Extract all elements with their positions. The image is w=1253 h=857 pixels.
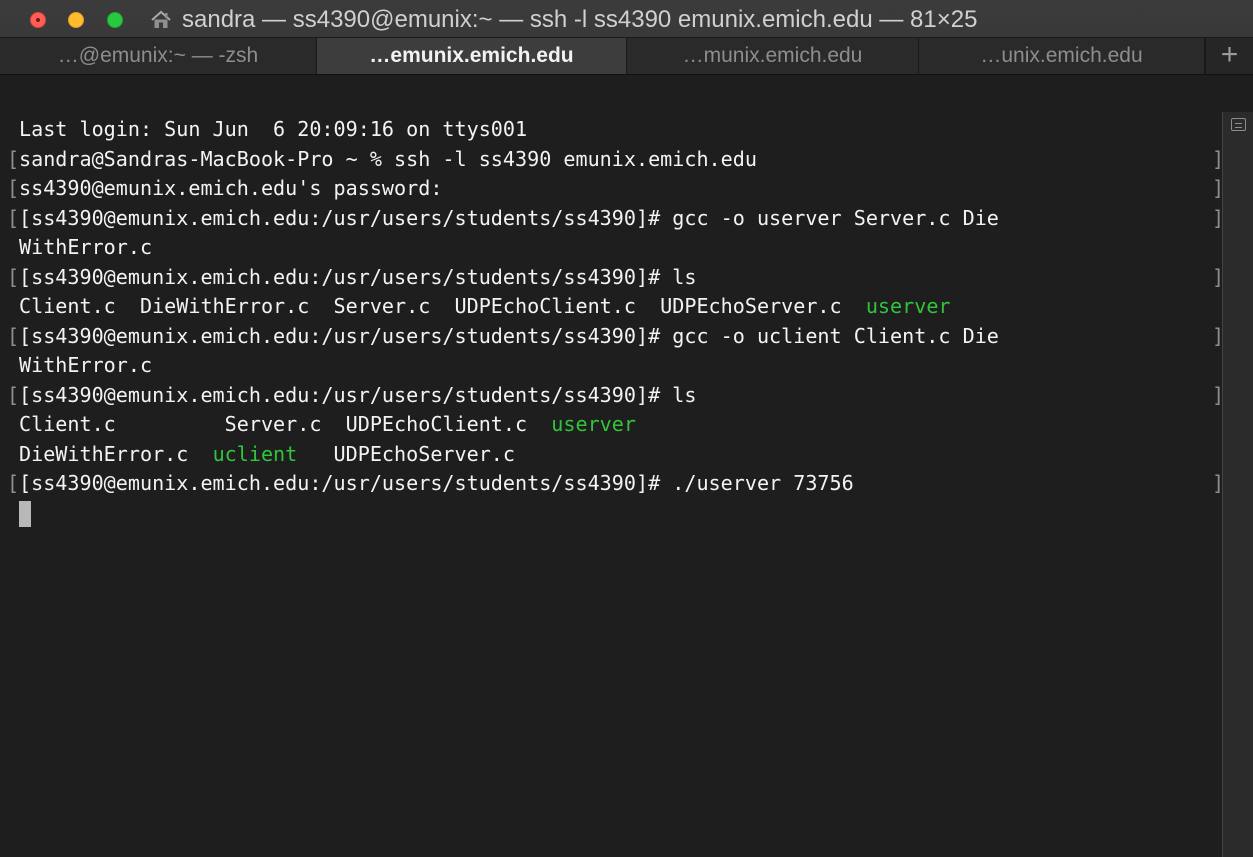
terminal-text-segment: Client.c DieWithError.c Server.c UDPEcho…	[19, 294, 866, 318]
new-tab-button[interactable]: +	[1205, 38, 1253, 74]
terminal-line: WithError.c	[19, 233, 1219, 263]
terminal-text-segment: Client.c Server.c UDPEchoClient.c	[19, 412, 552, 436]
text-cursor	[19, 500, 31, 527]
scrollbar-toggle-icon[interactable]	[1231, 118, 1246, 131]
terminal-line: [sandra@Sandras-MacBook-Pro ~ % ssh -l s…	[7, 145, 1224, 175]
terminal-text-segment: UDPEchoServer.c	[297, 441, 516, 466]
zoom-button[interactable]	[107, 12, 123, 28]
minimize-button[interactable]	[68, 12, 84, 28]
window-title: sandra — ss4390@emunix:~ — ssh -l ss4390…	[182, 6, 978, 33]
terminal-text-segment: ss4390@emunix.emich.edu's password:	[19, 176, 443, 200]
terminal-output[interactable]: Last login: Sun Jun 6 20:09:16 on ttys00…	[0, 75, 1253, 857]
terminal-line: WithError.c	[19, 351, 1219, 381]
executable-file-name: uclient	[212, 441, 298, 466]
terminal-text-segment: DieWithError.c	[19, 441, 213, 466]
terminal-line: [[ss4390@emunix.emich.edu:/usr/users/stu…	[7, 263, 1224, 293]
terminal-line: [[ss4390@emunix.emich.edu:/usr/users/stu…	[7, 469, 1224, 499]
terminal-text-segment: WithError.c	[19, 235, 153, 259]
home-icon	[150, 10, 172, 30]
tab-emunix-4[interactable]: …unix.emich.edu	[919, 38, 1205, 74]
executable-file-name: userver	[551, 412, 636, 436]
line-start-marker: [	[7, 382, 20, 407]
terminal-text-segment: WithError.c	[19, 353, 153, 377]
line-start-marker: [	[7, 471, 20, 495]
line-start-marker: [	[7, 264, 20, 289]
tab-bar: …@emunix:~ — -zsh …emunix.emich.edu …mun…	[0, 37, 1253, 75]
close-button[interactable]	[30, 12, 46, 28]
line-start-marker: [	[7, 323, 20, 348]
terminal-text-segment: sandra@Sandras-MacBook-Pro ~ % ssh -l ss…	[19, 146, 757, 171]
terminal-text-segment: Last login: Sun Jun 6 20:09:16 on ttys00…	[19, 117, 528, 141]
executable-file-name: userver	[865, 294, 951, 318]
terminal-line: Client.c Server.c UDPEchoClient.c userve…	[19, 410, 1219, 440]
title-bar: sandra — ss4390@emunix:~ — ssh -l ss4390…	[0, 0, 1253, 75]
terminal-scrollbar[interactable]	[1222, 112, 1253, 857]
terminal-text-segment: [ss4390@emunix.emich.edu:/usr/users/stud…	[19, 382, 697, 407]
terminal-text-segment: [ss4390@emunix.emich.edu:/usr/users/stud…	[19, 323, 999, 348]
terminal-input-line[interactable]	[19, 499, 1219, 529]
terminal-line: [[ss4390@emunix.emich.edu:/usr/users/stu…	[7, 204, 1224, 234]
tab-emunix-3[interactable]: …munix.emich.edu	[627, 38, 919, 74]
line-start-marker: [	[7, 205, 20, 230]
terminal-line: Last login: Sun Jun 6 20:09:16 on ttys00…	[19, 115, 1219, 145]
terminal-line: [[ss4390@emunix.emich.edu:/usr/users/stu…	[7, 322, 1224, 352]
line-start-marker: [	[7, 146, 20, 171]
terminal-window: sandra — ss4390@emunix:~ — ssh -l ss4390…	[0, 0, 1253, 857]
terminal-text[interactable]: Last login: Sun Jun 6 20:09:16 on ttys00…	[7, 115, 1224, 529]
terminal-text-segment: [ss4390@emunix.emich.edu:/usr/users/stud…	[19, 471, 854, 495]
terminal-line: DieWithError.c uclient UDPEchoServer.c	[19, 440, 1219, 470]
line-start-marker: [	[7, 176, 20, 200]
terminal-text-segment: [ss4390@emunix.emich.edu:/usr/users/stud…	[19, 264, 697, 289]
tab-local-zsh[interactable]: …@emunix:~ — -zsh	[0, 38, 317, 74]
terminal-line: [ss4390@emunix.emich.edu's password:]	[7, 174, 1224, 204]
terminal-line: Client.c DieWithError.c Server.c UDPEcho…	[19, 292, 1219, 322]
tab-emunix-active[interactable]: …emunix.emich.edu	[317, 38, 627, 74]
terminal-line: [[ss4390@emunix.emich.edu:/usr/users/stu…	[7, 381, 1224, 411]
terminal-text-segment: [ss4390@emunix.emich.edu:/usr/users/stud…	[19, 205, 999, 230]
title-row: sandra — ss4390@emunix:~ — ssh -l ss4390…	[0, 0, 1253, 36]
